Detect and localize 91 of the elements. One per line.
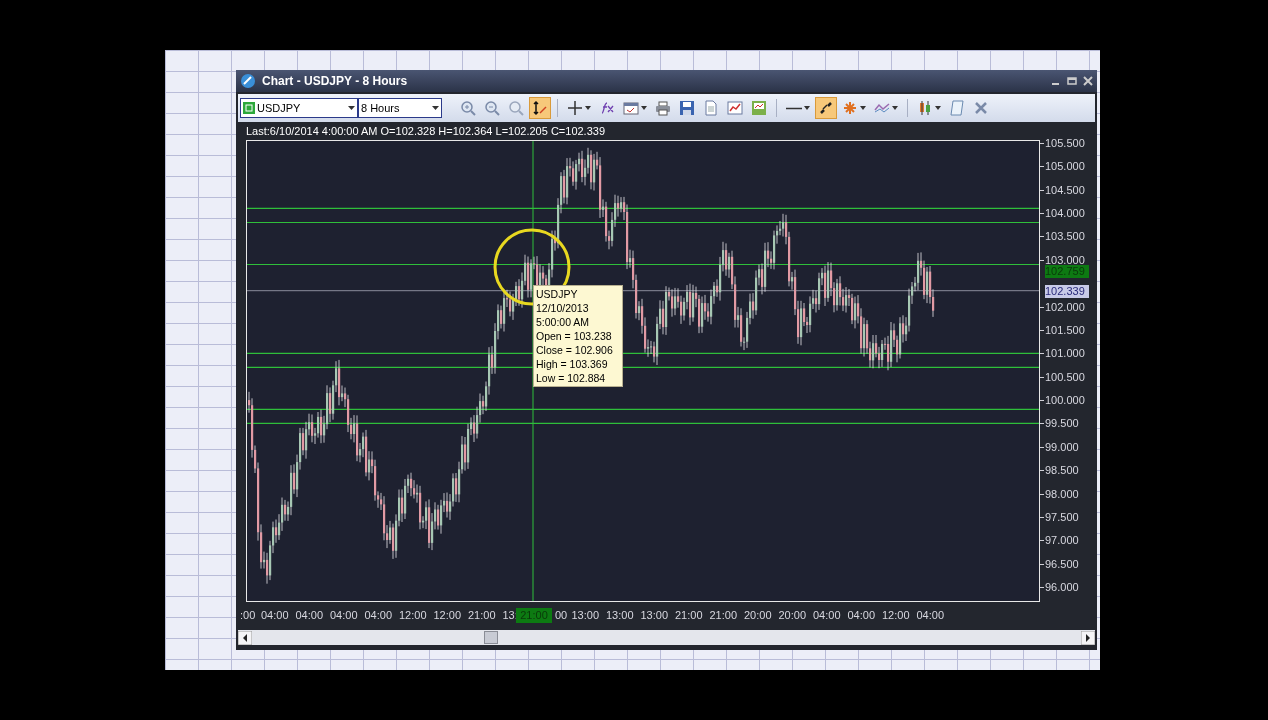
- y-axis-label: 104.500: [1045, 183, 1085, 196]
- y-axis-label: 101.000: [1045, 347, 1085, 360]
- tooltip-text: Open = 103.238: [536, 329, 613, 343]
- ohlc-info: Last:6/10/2014 4:00:00 AM O=102.328 H=102.364 L=102.205 C=102.339: [245, 124, 607, 139]
- caret-icon: [935, 106, 941, 110]
- caret-icon: [585, 106, 591, 110]
- scrollbar-thumb[interactable]: [484, 631, 498, 644]
- chart-save-icon: [751, 100, 767, 116]
- link-icon: [818, 100, 834, 116]
- y-axis-label: 96.000: [1045, 581, 1079, 593]
- tooltip-text: High = 103.369: [536, 357, 609, 371]
- y-axis-label: 103.000: [1045, 253, 1085, 266]
- price-badge: 102.339: [1045, 284, 1089, 298]
- caret-icon: [860, 106, 866, 110]
- zoom-fit-icon: [508, 100, 524, 116]
- x-axis-label: 12:00: [433, 609, 462, 622]
- line-icon: [786, 106, 802, 110]
- y-axis-label: 105.000: [1045, 160, 1085, 173]
- line-chart-icon: [727, 100, 743, 116]
- candlestick-icon: [917, 100, 933, 116]
- x-axis-label: 04:00: [364, 609, 393, 622]
- y-axis-label: 98.500: [1045, 464, 1079, 477]
- note-icon: [949, 100, 965, 116]
- y-axis-label: 98.000: [1045, 487, 1079, 500]
- tooltip-text: 5:00:00 AM: [536, 315, 591, 329]
- tooltip-text: USDJPY: [536, 287, 579, 301]
- x-axis-label: 04:00: [295, 609, 324, 622]
- y-axis-label: 101.500: [1045, 323, 1085, 336]
- document-icon: [703, 100, 719, 116]
- crosshair-icon: [567, 100, 583, 116]
- y-axis-label: 103.500: [1045, 230, 1085, 243]
- printer-icon: [655, 100, 671, 116]
- x-axis-label: 12:00: [399, 609, 427, 622]
- y-axis-label: 97.000: [1045, 534, 1079, 547]
- timeframe-value: 8 Hours: [361, 100, 401, 116]
- caret-icon: [804, 106, 810, 110]
- caret-icon: [348, 106, 355, 110]
- tooltip-text: Close = 102.906: [536, 343, 614, 357]
- toolbar-button[interactable]: [815, 97, 837, 119]
- y-axis-label: 105.500: [1045, 137, 1085, 149]
- x-axis-label: 00: [555, 609, 568, 622]
- scroll-right-icon[interactable]: [1081, 630, 1095, 645]
- asterisk-icon: [842, 100, 858, 116]
- price-badge: 102.759: [1045, 265, 1089, 279]
- window-title: Chart - USDJPY - 8 Hours: [262, 73, 408, 90]
- x-axis-label: 04:00: [813, 609, 841, 622]
- y-axis-label: 99.000: [1045, 440, 1079, 453]
- save-icon: [679, 100, 695, 116]
- x-axis-label: 20:00: [744, 609, 772, 622]
- cursor-icon: [532, 100, 548, 116]
- caret-icon: [892, 106, 898, 110]
- x-axis-label: 04:00: [330, 609, 358, 622]
- symbol-value: USDJPY: [257, 100, 302, 116]
- y-axis-label: 102.000: [1045, 300, 1085, 313]
- zoom-out-icon: [484, 100, 500, 116]
- x-axis-label: 21:00: [468, 609, 496, 622]
- x-axis-label: 21:00: [675, 609, 703, 622]
- x-axis-label: 21:00: [709, 609, 738, 622]
- x-axis-label: 13:00: [606, 609, 634, 622]
- y-axis-label: 100.500: [1045, 370, 1085, 383]
- timeframe-dropdown[interactable]: 8 Hours: [358, 98, 442, 118]
- horizontal-scrollbar[interactable]: [238, 630, 1095, 645]
- close-icon[interactable]: [1083, 76, 1093, 86]
- tools-icon: [973, 100, 989, 116]
- maximize-icon[interactable]: [1067, 76, 1077, 86]
- x-axis-label: 04:00: [847, 609, 876, 622]
- x-axis-label: 12:00: [882, 609, 910, 622]
- symbol-dropdown[interactable]: USDJPY: [240, 98, 358, 118]
- tooltip-text: Low = 102.884: [536, 371, 607, 385]
- x-axis-label: 13:00: [571, 609, 600, 622]
- toolbar-button[interactable]: [529, 97, 551, 119]
- y-axis-label: 100.000: [1045, 394, 1085, 407]
- x-axis-label: 20:00: [778, 609, 807, 622]
- symbol-icon: [243, 102, 255, 114]
- x-axis-label: 04:00: [916, 609, 945, 622]
- caret-icon: [641, 106, 647, 110]
- crosshair-time-label: 21:00: [516, 608, 552, 623]
- y-axis-label: 104.000: [1045, 207, 1085, 220]
- x-axis-label: :00: [240, 609, 256, 622]
- x-axis-label: 13:00: [640, 609, 669, 622]
- caret-icon: [432, 106, 439, 110]
- function-icon: [599, 100, 615, 116]
- zoom-in-icon: [460, 100, 476, 116]
- app-icon: [240, 73, 256, 89]
- y-axis-label: 97.500: [1045, 510, 1079, 523]
- y-axis-label: 96.500: [1045, 557, 1079, 570]
- scroll-left-icon[interactable]: [238, 630, 252, 645]
- y-axis-label: 99.500: [1045, 417, 1079, 430]
- tooltip-text: 12/10/2013: [536, 301, 590, 315]
- window-icon: [623, 100, 639, 116]
- x-axis-label: 04:00: [261, 609, 289, 622]
